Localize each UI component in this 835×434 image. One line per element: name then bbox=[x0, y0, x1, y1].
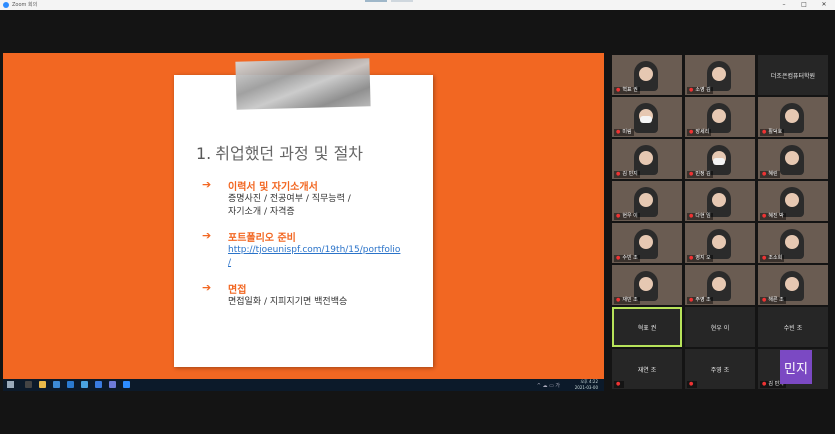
item-heading: 포트폴리오 준비 bbox=[228, 233, 296, 244]
participant-tile[interactable]: ● 미림 bbox=[612, 97, 682, 137]
mic-muted-icon: ● bbox=[689, 87, 694, 93]
participant-tile[interactable]: ● 주영 조 bbox=[685, 265, 755, 305]
mic-muted-icon: ● bbox=[616, 129, 621, 135]
participant-tile[interactable]: 현우 이 bbox=[685, 307, 755, 347]
participant-tile[interactable]: ● 다현 임 bbox=[685, 181, 755, 221]
windows-start-icon[interactable] bbox=[7, 381, 14, 388]
settings-icon[interactable] bbox=[95, 381, 102, 388]
mic-muted-icon: ● bbox=[689, 129, 694, 135]
tape-decoration bbox=[235, 58, 371, 110]
participant-tile[interactable]: 재연 조 ● bbox=[612, 349, 682, 389]
mic-muted-icon: ● bbox=[616, 297, 621, 303]
edge-icon[interactable] bbox=[67, 381, 74, 388]
participant-tile[interactable]: ● 재민 조 bbox=[612, 265, 682, 305]
search-icon[interactable] bbox=[25, 381, 32, 388]
twitter-icon[interactable] bbox=[81, 381, 88, 388]
participant-tile[interactable]: ● 현우 이 bbox=[612, 181, 682, 221]
system-tray[interactable]: ^ ☁ ▭ 가 bbox=[537, 382, 560, 389]
item-heading: 면접 bbox=[228, 285, 247, 296]
participant-tile-active-speaker[interactable]: 혁표 권 bbox=[612, 307, 682, 347]
avatar bbox=[712, 193, 726, 207]
arrow-right-icon: ➔ bbox=[202, 229, 212, 242]
file-explorer-icon[interactable] bbox=[39, 381, 46, 388]
mic-muted-icon: ● bbox=[616, 255, 621, 261]
window-title: Zoom 회의 bbox=[12, 2, 38, 8]
avatar: 민지 bbox=[780, 350, 812, 384]
mic-muted-icon: ● bbox=[762, 213, 767, 219]
avatar bbox=[785, 277, 799, 291]
mic-muted-icon: ● bbox=[689, 297, 694, 303]
item-heading: 이력서 및 자기소개서 bbox=[228, 182, 318, 193]
mic-muted-icon: ● bbox=[616, 381, 621, 387]
portfolio-link[interactable]: http://tjoeunispf.com/19th/15/portfolio … bbox=[228, 244, 400, 270]
mic-muted-icon: ● bbox=[689, 255, 694, 261]
participant-tile[interactable]: ● 조소희 bbox=[758, 223, 828, 263]
item-text: 증명사진 / 전공여부 / 직무능력 / 자기소개 / 자격증 bbox=[228, 194, 351, 217]
screen-share-view[interactable]: 1. 취업했던 과정 및 절차 ➔ 이력서 및 자기소개서 증명사진 / 전공여부… bbox=[3, 53, 604, 391]
participant-tile[interactable]: ● 해른 조 bbox=[758, 265, 828, 305]
avatar bbox=[712, 109, 726, 123]
mic-muted-icon: ● bbox=[689, 213, 694, 219]
zoom-logo-icon bbox=[3, 2, 9, 8]
taskbar-clock[interactable]: 오후 4:22 2021-03-00 bbox=[575, 379, 598, 391]
slide-title: 1. 취업했던 과정 및 절차 bbox=[196, 144, 364, 163]
windows-taskbar: ^ ☁ ▭ 가 오후 4:22 2021-03-00 bbox=[3, 379, 604, 391]
view-tab-indicator[interactable] bbox=[365, 0, 387, 2]
mic-muted-icon: ● bbox=[762, 129, 767, 135]
participant-tile[interactable]: ● 장세리 bbox=[685, 97, 755, 137]
avatar bbox=[785, 193, 799, 207]
window-titlebar: Zoom 회의 – □ ✕ bbox=[0, 0, 835, 10]
view-tab-indicator-2[interactable] bbox=[391, 0, 413, 2]
participant-tile[interactable]: ● 혜진 박 bbox=[758, 181, 828, 221]
close-button[interactable]: ✕ bbox=[817, 0, 831, 10]
avatar bbox=[785, 109, 799, 123]
arrow-right-icon: ➔ bbox=[202, 178, 212, 191]
avatar bbox=[639, 277, 653, 291]
avatar bbox=[639, 235, 653, 249]
avatar bbox=[712, 67, 726, 81]
mic-muted-icon: ● bbox=[762, 381, 767, 387]
chrome-icon[interactable] bbox=[53, 381, 60, 388]
participant-tile[interactable]: 수빈 조 bbox=[758, 307, 828, 347]
mic-muted-icon: ● bbox=[689, 171, 694, 177]
item-text: 면접일화 / 지피지기면 백전백승 bbox=[228, 297, 348, 307]
participant-tile[interactable]: ● 소영 김 bbox=[685, 55, 755, 95]
participant-tile[interactable]: ● 혁표 권 bbox=[612, 55, 682, 95]
mic-muted-icon: ● bbox=[762, 255, 767, 261]
mic-muted-icon: ● bbox=[616, 87, 621, 93]
participant-tile[interactable]: 주영 조 ● bbox=[685, 349, 755, 389]
mic-muted-icon: ● bbox=[762, 171, 767, 177]
participant-tile[interactable]: ● 영지 오 bbox=[685, 223, 755, 263]
participant-tile[interactable]: ● 혜린 bbox=[758, 139, 828, 179]
avatar bbox=[712, 235, 726, 249]
mic-muted-icon: ● bbox=[616, 213, 621, 219]
zoom-taskbar-icon[interactable] bbox=[123, 381, 130, 388]
avatar bbox=[639, 151, 653, 165]
minimize-button[interactable]: – bbox=[777, 0, 791, 10]
presentation-slide: 1. 취업했던 과정 및 절차 ➔ 이력서 및 자기소개서 증명사진 / 전공여부… bbox=[174, 58, 433, 367]
shared-desktop: 1. 취업했던 과정 및 절차 ➔ 이력서 및 자기소개서 증명사진 / 전공여부… bbox=[3, 53, 604, 379]
participant-tile[interactable]: 더조은컴퓨터학원 bbox=[758, 55, 828, 95]
mic-muted-icon: ● bbox=[616, 171, 621, 177]
avatar bbox=[785, 235, 799, 249]
maximize-button[interactable]: □ bbox=[797, 0, 811, 10]
avatar bbox=[639, 193, 653, 207]
mic-muted-icon: ● bbox=[689, 381, 694, 387]
mic-muted-icon: ● bbox=[762, 297, 767, 303]
avatar bbox=[785, 151, 799, 165]
app-icon[interactable] bbox=[109, 381, 116, 388]
participant-tile[interactable]: ● 민정 김 bbox=[685, 139, 755, 179]
avatar bbox=[712, 277, 726, 291]
participant-tile[interactable]: ● 활덕호 bbox=[758, 97, 828, 137]
arrow-right-icon: ➔ bbox=[202, 281, 212, 294]
participant-tile[interactable]: ● 수빈 조 bbox=[612, 223, 682, 263]
avatar bbox=[639, 67, 653, 81]
participant-tile[interactable]: ● 김 민지 bbox=[612, 139, 682, 179]
